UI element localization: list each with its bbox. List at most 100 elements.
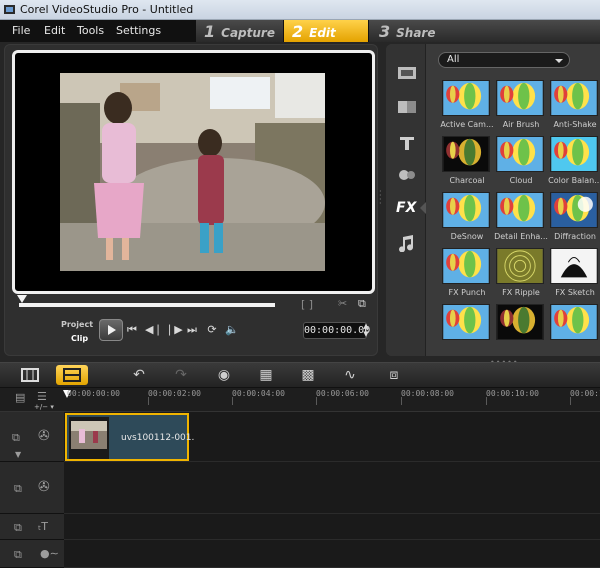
library-filter-dropdown[interactable]: All — [438, 52, 570, 68]
ruler-tick-label: 00:00:12 — [570, 389, 600, 398]
enlarge-icon[interactable]: ⧉ — [358, 297, 366, 311]
scrub-handle[interactable] — [17, 295, 27, 303]
panel-splitter-vertical[interactable]: · · · · — [379, 188, 385, 208]
menu-settings[interactable]: Settings — [116, 24, 161, 37]
filter-preview-image — [550, 80, 598, 116]
filter-thumb-label: FX Ripple — [502, 288, 540, 297]
video-clip[interactable]: uvs100112-001. — [65, 413, 194, 461]
play-button[interactable] — [99, 319, 123, 341]
mode-project-label[interactable]: Project — [61, 320, 93, 329]
filter-preview-image — [496, 304, 544, 340]
fit-to-window-icon[interactable]: ⧈ — [384, 367, 404, 383]
step-share-number: 3 — [379, 22, 391, 41]
auto-music-icon[interactable]: ▦ — [256, 367, 276, 383]
mode-clip-label[interactable]: Clip — [71, 334, 88, 343]
end-icon[interactable]: ⏭ — [185, 322, 199, 338]
timeline-icon — [63, 368, 81, 382]
filter-thumb-label: Anti-Shake — [553, 120, 597, 129]
filter-thumb-color-balance[interactable]: Color Balan... — [548, 136, 600, 185]
ruler-tick — [486, 397, 487, 405]
chevron-down-icon — [555, 59, 563, 63]
ruler-tick — [570, 397, 571, 405]
voice-track-lane[interactable] — [64, 540, 600, 568]
track-list-icon[interactable]: ☰ — [37, 390, 47, 403]
play-icon — [108, 325, 116, 335]
repeat-icon[interactable]: ⟳ — [205, 322, 219, 338]
timecode-spin-icon[interactable]: ▲ ▼ — [361, 322, 371, 338]
redo-icon[interactable]: ↷ — [172, 367, 190, 383]
mark-in-out-brackets[interactable]: [ ] — [301, 298, 313, 311]
menu-tools[interactable]: Tools — [77, 24, 104, 37]
ruler-tick-label: 00:00:06:00 — [316, 389, 369, 398]
overlay-track-icon: ✇ — [38, 479, 50, 495]
voice-track-icon: ●∼ — [40, 547, 59, 560]
filter-preview-image — [442, 248, 490, 284]
step-capture-tab[interactable]: 1 Capture — [196, 20, 284, 42]
player-panel: [ ] ✂ ⧉ Project Clip ⏮ ◀❘ ❘▶ ⏭ ⟳ 🔈 00:00… — [4, 44, 378, 356]
next-frame-icon[interactable]: ❘▶ — [165, 322, 183, 338]
storyboard-view-button[interactable] — [14, 365, 46, 385]
step-capture-number: 1 — [204, 22, 216, 41]
voice-ripple-icon[interactable]: ⧉ — [14, 548, 22, 562]
window-title: Corel VideoStudio Pro - Untitled — [20, 3, 194, 16]
filter-thumb-air-brush[interactable]: Air Brush — [496, 80, 546, 129]
filter-fx-icon[interactable]: FX — [396, 200, 416, 216]
step-edit-tab[interactable]: 2 Edit — [284, 20, 368, 42]
track-manager-icon[interactable]: ▩ — [298, 367, 318, 383]
filter-thumb-cloud[interactable]: Cloud — [496, 136, 546, 185]
filter-thumb-label: Charcoal — [449, 176, 485, 185]
title-track-lane[interactable] — [64, 514, 600, 540]
scissors-icon[interactable]: ✂ — [338, 297, 347, 310]
step-share-tab[interactable]: 3 Share — [368, 20, 600, 42]
filter-thumb-fx-sketch[interactable]: FX Sketch — [550, 248, 600, 297]
timecode-display[interactable]: 00:00:00.00 — [303, 322, 370, 339]
timeline-view-button[interactable] — [56, 365, 88, 385]
app-window: Corel VideoStudio Pro - Untitled File Ed… — [0, 0, 600, 568]
ruler-tick — [316, 397, 317, 405]
filter-thumb-active-camera[interactable]: Active Cam... — [440, 80, 494, 129]
overlay-track-lane[interactable] — [64, 462, 600, 514]
media-library-icon[interactable] — [396, 64, 418, 82]
menu-edit[interactable]: Edit — [44, 24, 65, 37]
ripple-editing-icon[interactable]: ⧉ — [12, 431, 20, 445]
filter-thumb-charcoal[interactable]: Charcoal — [442, 136, 492, 185]
title-bar: Corel VideoStudio Pro - Untitled — [0, 0, 600, 20]
scrub-bar[interactable] — [19, 303, 275, 307]
ruler-tick-label: 00:00:02:00 — [148, 389, 201, 398]
overlay-ripple-icon[interactable]: ⧉ — [14, 482, 22, 496]
filter-thumb-detail-enhance[interactable]: Detail Enha... — [494, 192, 548, 241]
graphic-icon[interactable] — [396, 166, 418, 184]
transition-icon[interactable] — [396, 98, 418, 116]
audio-icon[interactable] — [396, 234, 418, 252]
filter-thumb-anti-shake[interactable]: Anti-Shake — [550, 80, 600, 129]
filter-thumb-label: Diffraction — [554, 232, 596, 241]
ruler-tick-label: 00:00:00:00 — [67, 389, 120, 398]
sound-mixer-icon[interactable]: ∿ — [340, 367, 360, 383]
ruler-tick-label: 00:00:10:00 — [486, 389, 539, 398]
filter-thumb-filter-13[interactable] — [442, 304, 492, 344]
filter-thumb-label: Active Cam... — [440, 120, 494, 129]
filter-thumb-filter-14[interactable] — [496, 304, 546, 344]
filter-thumb-desnow[interactable]: DeSnow — [442, 192, 492, 241]
home-icon[interactable]: ⏮ — [125, 322, 139, 338]
filter-thumb-fx-punch[interactable]: FX Punch — [442, 248, 492, 297]
title-ripple-icon[interactable]: ⧉ — [14, 521, 22, 535]
filter-thumb-filter-15[interactable] — [550, 304, 600, 344]
previous-frame-icon[interactable]: ◀❘ — [145, 322, 163, 338]
step-edit-label: Edit — [309, 26, 336, 40]
title-text-icon[interactable] — [396, 134, 418, 152]
filter-thumb-fx-ripple[interactable]: FX Ripple — [496, 248, 546, 297]
ripple-dropdown-icon[interactable]: ▼ — [15, 450, 21, 459]
menu-file[interactable]: File — [12, 24, 30, 37]
undo-icon[interactable]: ↶ — [130, 367, 148, 383]
record-capture-icon[interactable]: ◉ — [214, 367, 234, 383]
filter-thumb-label: DeSnow — [450, 232, 484, 241]
step-edit-number: 2 — [292, 22, 304, 41]
filter-preview-image — [496, 136, 544, 172]
volume-icon[interactable]: 🔈 — [225, 322, 239, 338]
chapter-point-icon[interactable]: ▤ — [15, 391, 25, 404]
filter-thumb-diffraction[interactable]: Diffraction — [550, 192, 600, 241]
filter-preview-image — [442, 304, 490, 340]
filter-preview-image — [550, 136, 598, 172]
zoom-control[interactable]: +/− ▾ — [34, 403, 54, 411]
